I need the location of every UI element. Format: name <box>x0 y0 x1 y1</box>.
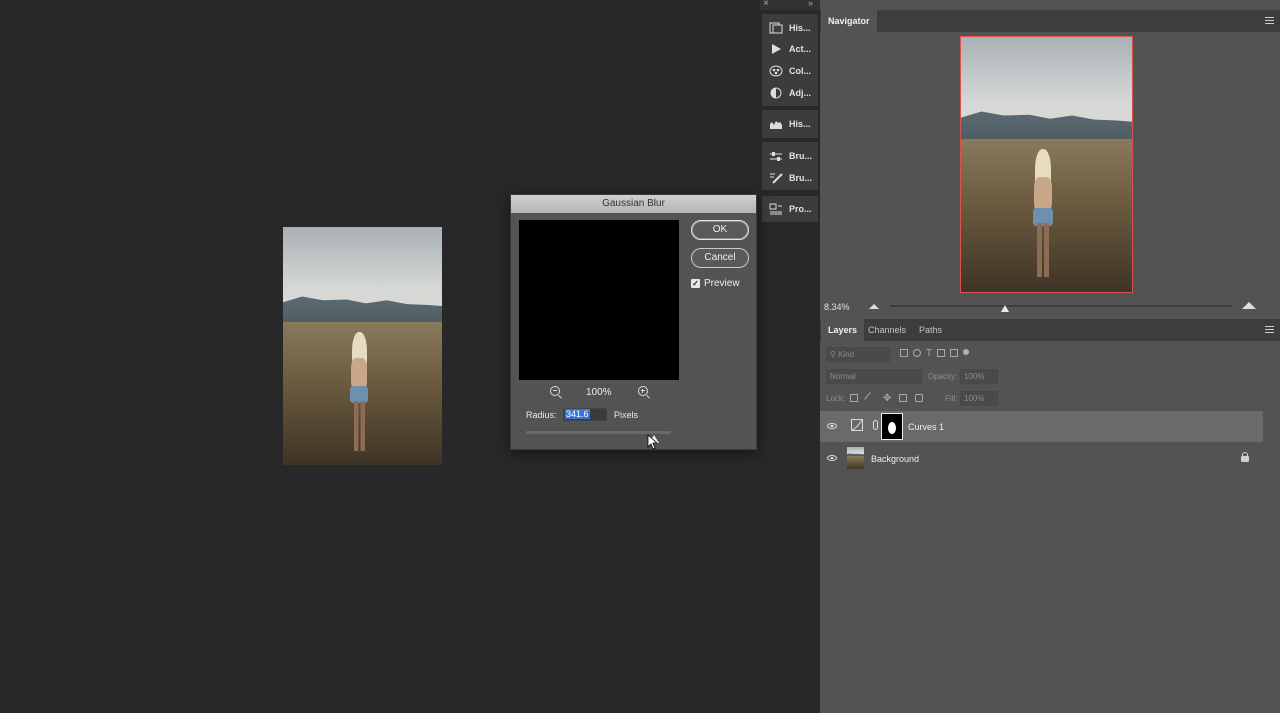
zoom-out-mountain-icon[interactable] <box>869 304 879 309</box>
tab-channels[interactable]: Channels <box>861 319 913 341</box>
zoom-in-icon[interactable] <box>638 386 648 396</box>
layer-row-background[interactable]: Background <box>820 443 1263 474</box>
lock-label: Lock: <box>826 394 846 403</box>
navigator-thumbnail[interactable] <box>960 36 1133 293</box>
strip-btn-adjustments[interactable]: Adj... <box>762 83 818 103</box>
lock-all-icon[interactable] <box>915 394 924 402</box>
blend-mode-select[interactable]: Normal <box>826 369 922 384</box>
opacity-input[interactable]: 100% <box>960 369 998 384</box>
gaussian-blur-dialog: Gaussian Blur OK Cancel ✓ Preview 100% R… <box>510 194 757 450</box>
blend-mode-value: Normal <box>830 372 856 381</box>
opacity-label: Opacity: <box>928 372 958 381</box>
strip-group-2: His... <box>762 110 818 138</box>
lock-icons: ✥ <box>850 392 924 405</box>
ok-button[interactable]: OK <box>691 220 749 240</box>
lock-artboard-icon[interactable] <box>899 394 908 402</box>
history-icon <box>769 22 783 34</box>
zoom-out-icon[interactable] <box>550 386 560 396</box>
collapse-icon[interactable]: » <box>808 0 813 8</box>
pixel-filter-icon[interactable] <box>900 349 908 357</box>
strip-btn-brushes[interactable]: Bru... <box>762 168 818 188</box>
zoom-in-mountain-icon[interactable] <box>1242 302 1256 309</box>
strip-label: His... <box>789 23 811 33</box>
strip-btn-color[interactable]: Col... <box>762 61 818 81</box>
brush-settings-icon <box>769 150 783 162</box>
collapsed-panel-strip <box>760 0 820 713</box>
navigator-zoom-value[interactable]: 8.34% <box>824 302 850 312</box>
strip-header: × » <box>760 0 820 10</box>
layer-mask-thumbnail[interactable] <box>881 413 903 440</box>
strip-label: Pro... <box>789 204 812 214</box>
strip-label: Bru... <box>789 173 813 183</box>
lock-transparent-icon[interactable] <box>850 394 858 402</box>
layer-name[interactable]: Curves 1 <box>908 422 944 432</box>
layer-thumbnail <box>847 447 864 469</box>
strip-label: Act... <box>789 44 812 54</box>
mouse-cursor-icon <box>647 434 657 450</box>
adjustment-filter-icon[interactable] <box>913 349 921 357</box>
kind-label: Kind <box>838 350 855 359</box>
fill-label: Fill: <box>945 394 958 403</box>
close-icon[interactable]: × <box>763 0 769 9</box>
preview-label: Preview <box>704 278 740 289</box>
strip-btn-brush-settings[interactable]: Bru... <box>762 146 818 166</box>
navigator-zoom-slider[interactable] <box>890 305 1232 307</box>
shape-filter-icon[interactable] <box>937 349 946 357</box>
lock-icon <box>1241 452 1249 462</box>
filter-icons: T <box>900 349 970 359</box>
fill-value: 100% <box>964 394 985 403</box>
opacity-value: 100% <box>964 372 985 381</box>
navigator-zoom-handle[interactable] <box>1001 305 1009 312</box>
dialog-title[interactable]: Gaussian Blur <box>511 195 756 213</box>
adjustments-icon <box>769 87 783 99</box>
visibility-eye-icon[interactable] <box>827 455 837 461</box>
strip-btn-history[interactable]: His... <box>762 18 818 38</box>
radius-label: Radius: <box>526 410 557 420</box>
link-chain-icon[interactable] <box>873 420 878 430</box>
search-icon: ⚲ <box>830 350 836 359</box>
visibility-eye-icon[interactable] <box>827 423 837 429</box>
curves-adjustment-icon <box>851 419 863 431</box>
properties-icon <box>769 203 783 215</box>
image-subject <box>347 331 372 451</box>
lock-move-icon[interactable]: ✥ <box>883 394 891 404</box>
actions-icon <box>769 43 783 55</box>
preview-checkbox[interactable]: ✓ <box>691 279 700 288</box>
layer-name[interactable]: Background <box>871 454 919 464</box>
layer-row-curves[interactable]: Curves 1 <box>820 411 1263 442</box>
navigator-tabbar: Navigator <box>820 10 1280 32</box>
tab-navigator[interactable]: Navigator <box>821 10 877 32</box>
tab-paths[interactable]: Paths <box>912 319 949 341</box>
strip-btn-histogram[interactable]: His... <box>762 114 818 134</box>
brushes-icon <box>769 172 783 184</box>
strip-btn-properties[interactable]: Pro... <box>762 199 818 219</box>
cancel-button[interactable]: Cancel <box>691 248 749 268</box>
strip-label: Col... <box>789 66 811 76</box>
preview-zoom-value: 100% <box>586 387 612 398</box>
navigator-menu-icon[interactable] <box>1265 17 1274 24</box>
color-icon <box>769 65 783 77</box>
layers-menu-icon[interactable] <box>1265 326 1274 333</box>
layers-tabbar: Layers Channels Paths <box>820 319 1280 341</box>
strip-btn-actions[interactable]: Act... <box>762 39 818 59</box>
strip-group-1: His... Act... Col... Adj... <box>762 14 818 106</box>
strip-label: Bru... <box>789 151 813 161</box>
filter-toggle-icon[interactable] <box>963 349 970 355</box>
radius-input[interactable]: 341.6 <box>563 408 607 421</box>
type-filter-icon[interactable]: T <box>926 349 932 359</box>
strip-label: Adj... <box>789 88 811 98</box>
strip-group-4: Pro... <box>762 196 818 222</box>
blur-preview-area[interactable] <box>519 220 679 380</box>
strip-label: His... <box>789 119 811 129</box>
radius-value: 341.6 <box>565 409 590 419</box>
units-label: Pixels <box>614 410 639 420</box>
histogram-icon <box>769 118 783 130</box>
fill-input[interactable]: 100% <box>960 391 998 406</box>
smart-object-filter-icon[interactable] <box>950 349 959 357</box>
tab-layers[interactable]: Layers <box>821 319 865 341</box>
strip-group-3: Bru... Bru... <box>762 142 818 190</box>
layer-kind-filter[interactable]: ⚲ Kind <box>826 347 890 362</box>
document-image[interactable] <box>283 227 442 465</box>
lock-brush-icon[interactable] <box>864 392 877 405</box>
